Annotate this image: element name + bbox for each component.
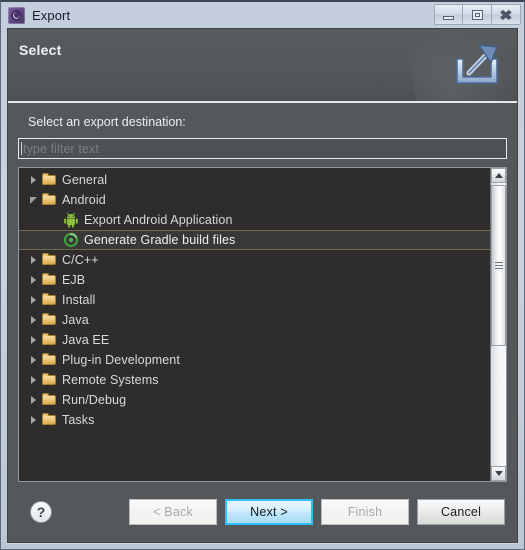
dialog-content: Select Select an export destination: typ… (7, 28, 518, 543)
expand-arrow-icon[interactable] (25, 376, 41, 384)
folder-icon (41, 372, 59, 388)
tree-row[interactable]: General (19, 170, 490, 190)
export-arrow-icon (449, 39, 505, 91)
tree-row[interactable]: Remote Systems (19, 370, 490, 390)
expand-arrow-icon[interactable] (25, 336, 41, 344)
close-button[interactable]: ✖ (492, 4, 521, 25)
expand-arrow-icon[interactable] (25, 176, 41, 184)
folder-icon (41, 192, 59, 208)
window-title: Export (32, 7, 71, 23)
text-caret (21, 142, 22, 155)
expand-arrow-icon[interactable] (25, 416, 41, 424)
folder-icon (41, 412, 59, 428)
expand-arrow-icon[interactable] (25, 256, 41, 264)
tree-row-label: Export Android Application (84, 213, 233, 227)
maximize-icon (471, 9, 483, 20)
tree-row[interactable]: Android (19, 190, 490, 210)
tree-row[interactable]: Run/Debug (19, 390, 490, 410)
tree-row-selected[interactable]: Generate Gradle build files (19, 230, 490, 250)
window-controls: ✖ (434, 4, 521, 25)
tree-row-label: Install (62, 293, 96, 307)
folder-icon (41, 292, 59, 308)
eclipse-gear-icon (8, 6, 25, 24)
tree-row[interactable]: C/C++ (19, 250, 490, 270)
tree-row-label: Remote Systems (62, 373, 159, 387)
expand-arrow-icon[interactable] (25, 356, 41, 364)
filter-placeholder: type filter text (23, 141, 99, 156)
chevron-down-icon (494, 471, 503, 476)
tree-row-label: Android (62, 193, 106, 207)
wizard-buttons: < Back Next > Finish Cancel (129, 499, 505, 525)
close-icon: ✖ (499, 6, 513, 23)
folder-icon (41, 172, 59, 188)
export-destination-label: Select an export destination: (28, 115, 186, 129)
maximize-button[interactable] (463, 4, 492, 25)
scroll-down-button[interactable] (491, 466, 506, 481)
folder-icon (41, 332, 59, 348)
expand-arrow-icon[interactable] (25, 396, 41, 404)
tree-row-label: General (62, 173, 108, 187)
help-icon[interactable]: ? (30, 501, 52, 523)
tree-row-label: Tasks (62, 413, 95, 427)
title-bar[interactable]: Export ✖ (1, 2, 524, 28)
tree-row-label: C/C++ (62, 253, 99, 267)
folder-icon (41, 352, 59, 368)
expand-arrow-icon[interactable] (25, 316, 41, 324)
tree-row-label: EJB (62, 273, 86, 287)
export-destination-tree[interactable]: General Android Export Android Application… (18, 167, 507, 482)
next-button[interactable]: Next > (225, 499, 313, 525)
folder-icon (41, 312, 59, 328)
folder-icon (41, 392, 59, 408)
folder-icon (41, 272, 59, 288)
minimize-icon (443, 15, 454, 20)
folder-icon (41, 252, 59, 268)
tree-row[interactable]: Export Android Application (19, 210, 490, 230)
scroll-up-button[interactable] (491, 168, 506, 183)
export-dialog-window: Export ✖ Select Select an export destina… (0, 0, 525, 550)
tree-rows: General Android Export Android Application… (19, 168, 490, 481)
grip-icon (494, 260, 503, 271)
cancel-button[interactable]: Cancel (417, 499, 505, 525)
tree-row-label: Java EE (62, 333, 110, 347)
tree-row[interactable]: Plug-in Development (19, 350, 490, 370)
tree-row-label: Java (62, 313, 89, 327)
expand-arrow-icon[interactable] (25, 296, 41, 304)
tree-row-label: Plug-in Development (62, 353, 180, 367)
filter-input[interactable]: type filter text (18, 138, 507, 159)
wizard-banner: Select (8, 29, 517, 103)
android-icon (63, 212, 81, 228)
expand-arrow-icon[interactable] (25, 276, 41, 284)
scrollbar-thumb[interactable] (491, 185, 506, 347)
back-button: < Back (129, 499, 217, 525)
banner-title: Select (19, 42, 62, 58)
dialog-button-bar: ? < Back Next > Finish Cancel (8, 482, 517, 542)
tree-row[interactable]: Tasks (19, 410, 490, 430)
collapse-arrow-icon[interactable] (25, 196, 41, 204)
tree-row-label: Run/Debug (62, 393, 127, 407)
chevron-up-icon (494, 173, 503, 178)
gradle-icon (63, 232, 81, 248)
tree-row[interactable]: Install (19, 290, 490, 310)
tree-row[interactable]: EJB (19, 270, 490, 290)
finish-button: Finish (321, 499, 409, 525)
minimize-button[interactable] (434, 4, 463, 25)
tree-row[interactable]: Java (19, 310, 490, 330)
vertical-scrollbar[interactable] (490, 168, 506, 481)
dialog-body: Select an export destination: type filte… (8, 103, 517, 482)
tree-row-label: Generate Gradle build files (84, 233, 236, 247)
tree-row[interactable]: Java EE (19, 330, 490, 350)
scrollbar-track[interactable] (491, 183, 506, 466)
